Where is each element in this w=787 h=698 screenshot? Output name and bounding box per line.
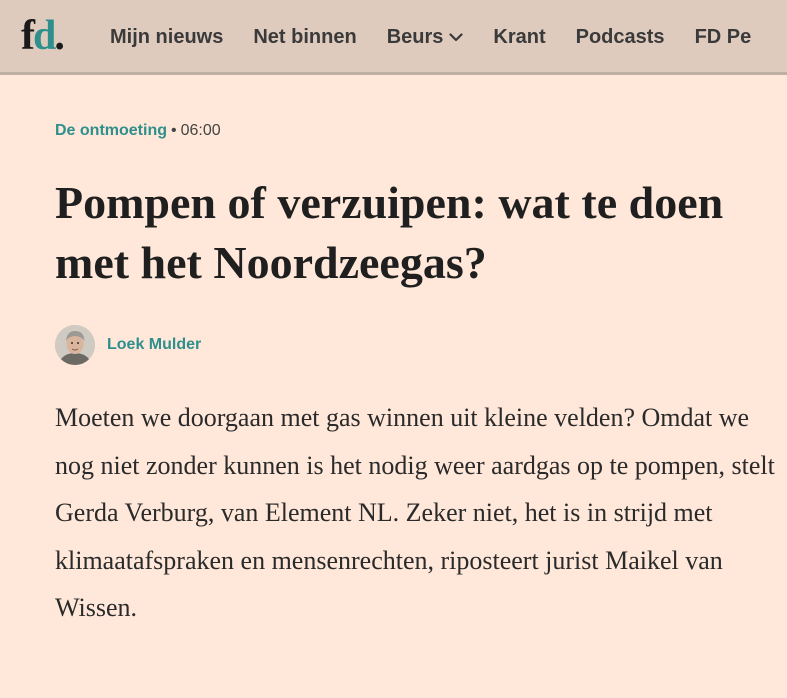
logo-letter-d: d: [33, 13, 56, 59]
nav-item-label: Mijn nieuws: [110, 26, 224, 48]
article-headline: Pompen of verzuipen: wat te doen met het…: [55, 177, 724, 288]
nav-item-fd-pe[interactable]: FD Pe: [695, 26, 752, 49]
article-meta: De ontmoeting • 06:00: [55, 121, 221, 141]
nav-item-krant[interactable]: Krant: [493, 26, 545, 49]
nav-item-label: FD Pe: [694, 26, 752, 48]
top-navigation: fd. Mijn nieuws Net binnen Beurs Krant P…: [0, 0, 787, 75]
author-name-link[interactable]: Loek Mulder: [107, 336, 201, 354]
fd-logo[interactable]: fd.: [21, 13, 65, 59]
publish-time: 06:00: [180, 122, 221, 139]
nav-item-beurs[interactable]: Beurs: [387, 26, 464, 49]
author-avatar[interactable]: [55, 325, 95, 365]
author-photo-icon: [55, 325, 95, 365]
nav-item-label: Podcasts: [575, 26, 665, 48]
article-intro: Moeten we doorgaan met gas winnen uit kl…: [55, 403, 775, 622]
nav-item-net-binnen[interactable]: Net binnen: [253, 26, 356, 49]
author-byline: Loek Mulder: [55, 323, 201, 367]
logo-dot: .: [54, 13, 64, 59]
logo-letter-f: f: [21, 13, 35, 59]
chevron-down-icon: [449, 33, 463, 42]
nav-item-label: Krant: [493, 26, 546, 48]
nav-item-label: Beurs: [386, 26, 444, 48]
section-link[interactable]: De ontmoeting: [55, 122, 167, 139]
nav-item-podcasts[interactable]: Podcasts: [576, 26, 665, 49]
nav-item-label: Net binnen: [253, 26, 357, 48]
meta-separator: •: [171, 122, 177, 139]
nav-menu: Mijn nieuws Net binnen Beurs Krant Podca…: [110, 0, 781, 72]
nav-item-mijn-nieuws[interactable]: Mijn nieuws: [110, 26, 223, 49]
